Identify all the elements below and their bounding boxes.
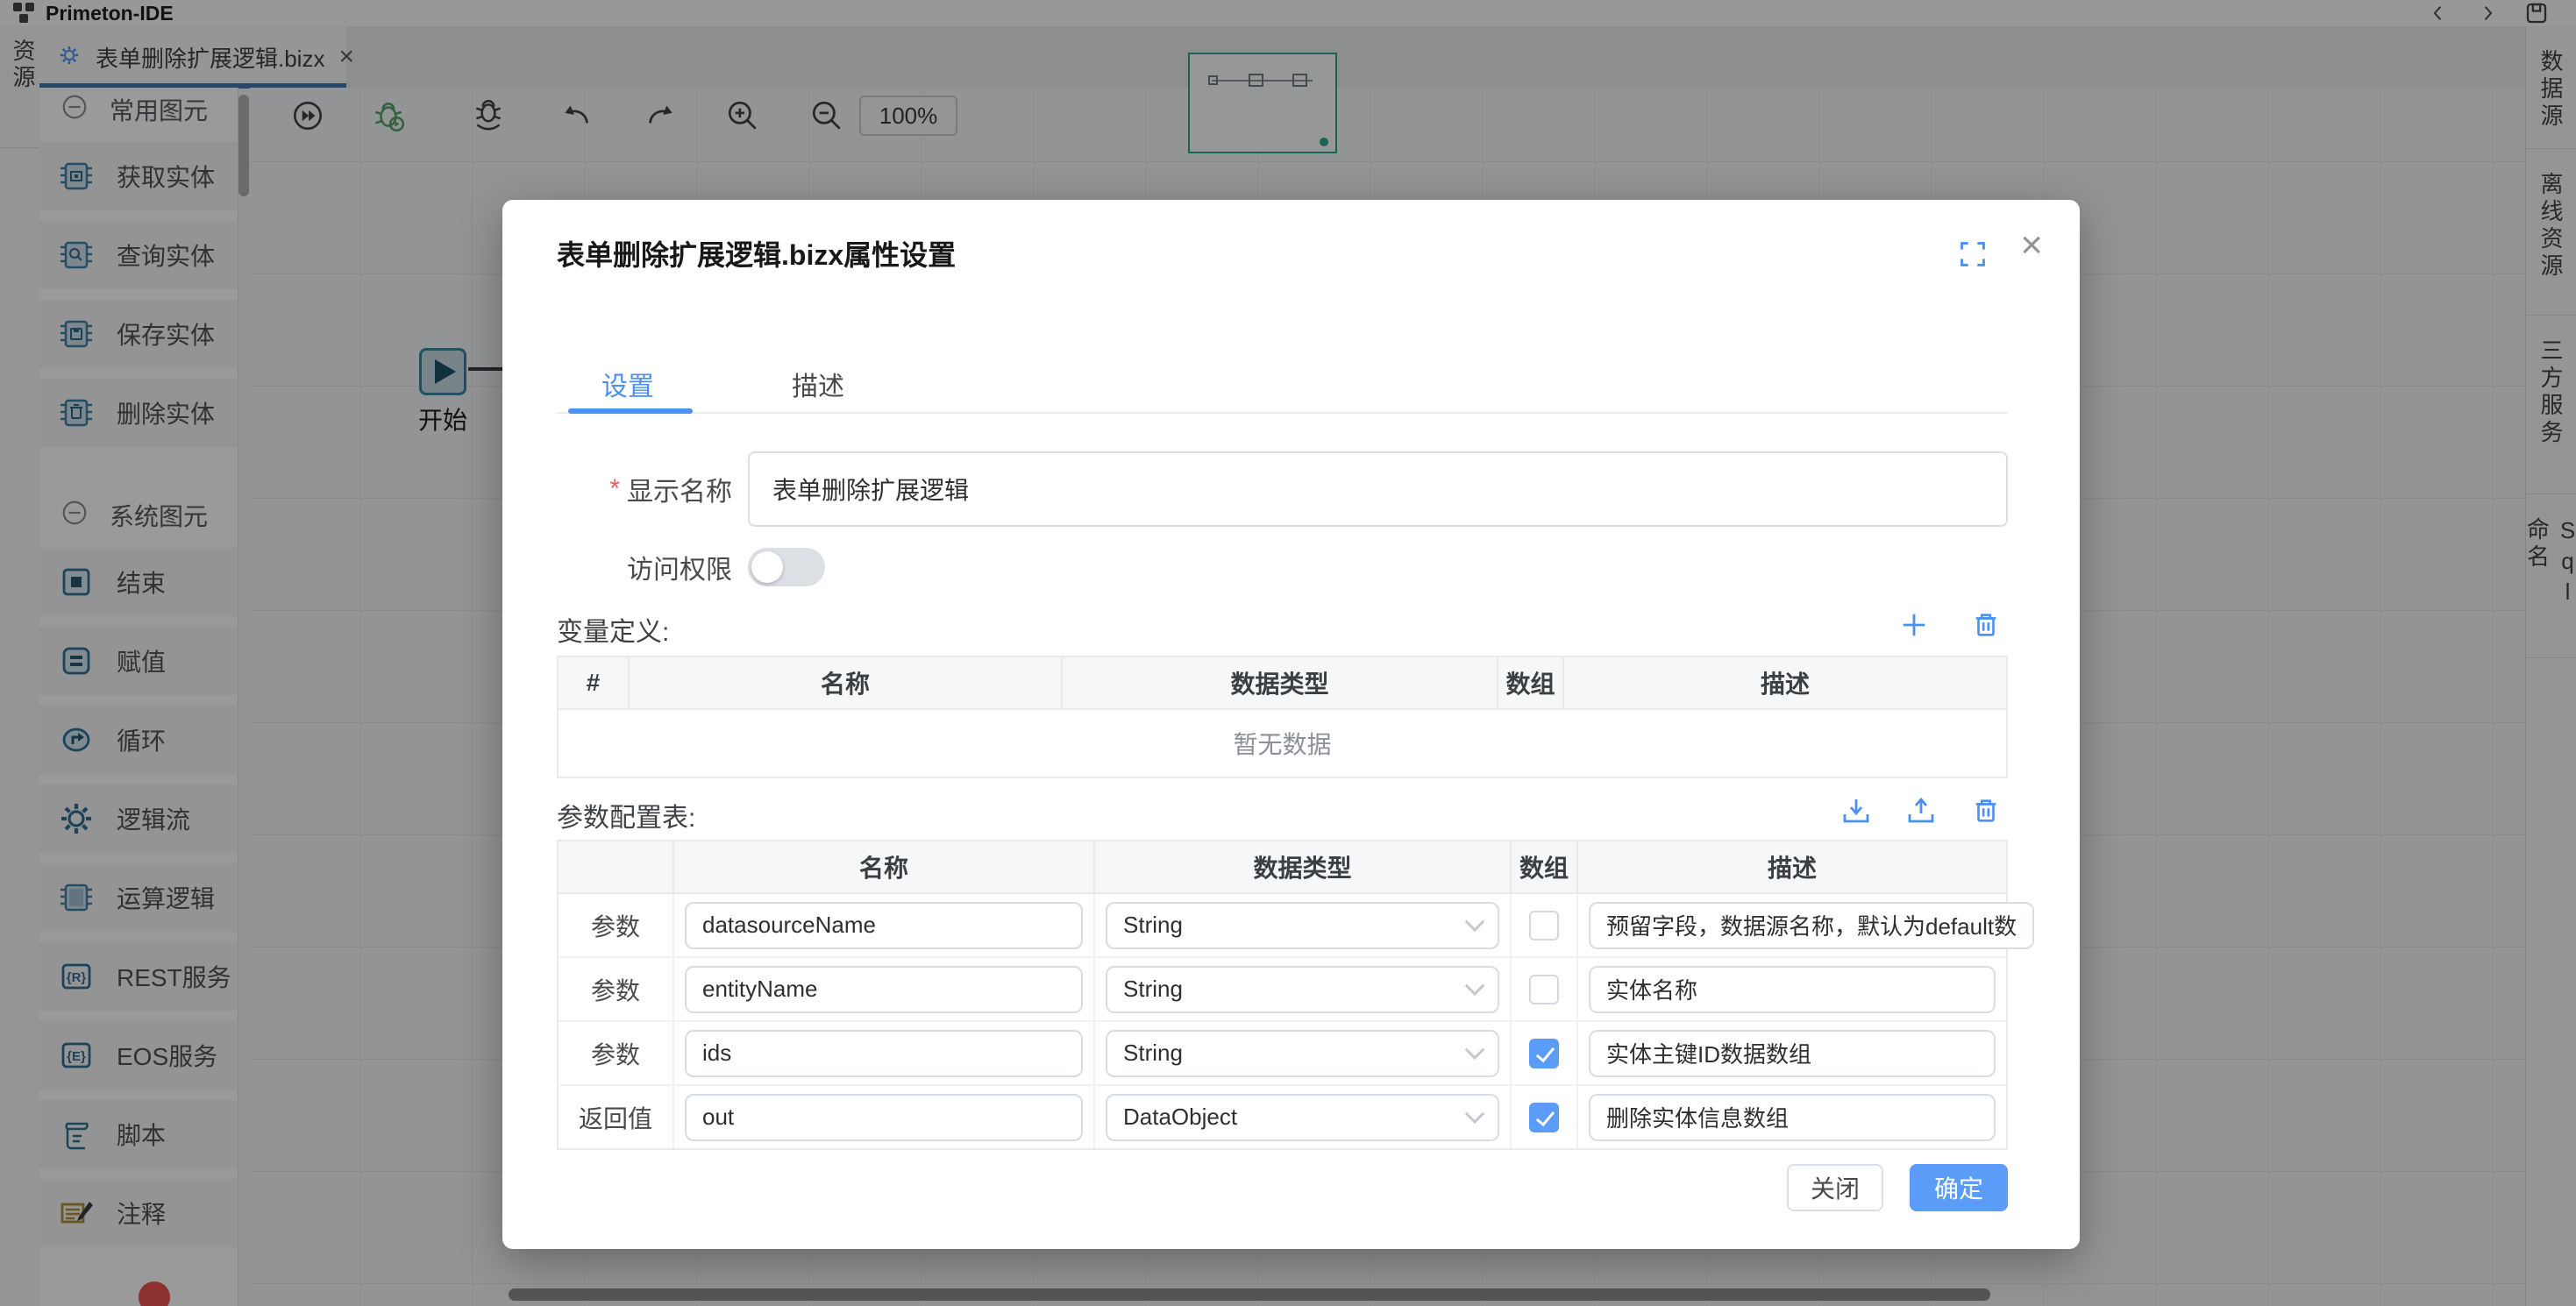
param-name-input[interactable]: out (685, 1094, 1083, 1141)
param-name-input[interactable]: entityName (685, 966, 1083, 1013)
column-header: 数组 (1498, 657, 1564, 710)
param-type-select[interactable]: DataObject (1106, 1094, 1499, 1141)
param-name-input[interactable]: ids (685, 1030, 1083, 1077)
variables-table: #名称数据类型数组描述 暂无数据 (557, 656, 2008, 778)
param-desc-input[interactable]: 预留字段，数据源名称，默认为default数 (1589, 902, 2034, 949)
param-desc-input[interactable]: 实体名称 (1589, 966, 1996, 1013)
param-kind: 参数 (559, 958, 674, 1020)
display-name-label: * 显示名称 (557, 451, 732, 527)
close-button[interactable]: 关闭 (1787, 1164, 1883, 1211)
column-header: 描述 (1564, 657, 2006, 710)
param-kind: 参数 (559, 894, 674, 956)
active-tab-ink (568, 408, 693, 414)
column-header: # (559, 657, 630, 710)
column-header: 数据类型 (1063, 657, 1498, 710)
import-params-icon[interactable] (1839, 794, 1873, 827)
chevron-down-icon (1465, 912, 1485, 932)
export-params-icon[interactable] (1904, 794, 1938, 827)
param-type-select[interactable]: String (1106, 1030, 1499, 1077)
column-header: 数据类型 (1095, 841, 1512, 894)
param-row: 参数datasourceNameString预留字段，数据源名称，默认为defa… (559, 894, 2006, 958)
column-header (559, 841, 674, 894)
close-icon[interactable]: × (2020, 226, 2043, 265)
column-header: 名称 (674, 841, 1095, 894)
access-toggle[interactable] (748, 548, 825, 586)
array-checkbox[interactable] (1529, 1039, 1559, 1068)
tab-track (557, 412, 2008, 414)
toggle-knob (751, 551, 783, 583)
chevron-down-icon (1465, 976, 1485, 996)
ok-button[interactable]: 确定 (1910, 1164, 2008, 1211)
param-row: 参数ids String 实体主键ID数据数组 (559, 1022, 2006, 1086)
dialog-title: 表单删除扩展逻辑.bizx属性设置 (557, 233, 956, 273)
delete-param-icon[interactable] (1969, 794, 2003, 827)
variables-section-label: 变量定义: (557, 610, 669, 649)
array-checkbox[interactable] (1529, 975, 1559, 1004)
param-type-select[interactable]: String (1106, 902, 1499, 949)
param-desc-input[interactable]: 实体主键ID数据数组 (1589, 1030, 1996, 1077)
column-header: 名称 (630, 657, 1063, 710)
param-type-select[interactable]: String (1106, 966, 1499, 1013)
chevron-down-icon (1465, 1040, 1485, 1060)
delete-variable-icon[interactable] (1969, 608, 2003, 642)
param-kind: 参数 (559, 1022, 674, 1084)
ide-screen: Primeton-IDE 资源 表单删除扩展逻辑.bizx × 常用图元获取实体… (0, 0, 2576, 1306)
param-kind: 返回值 (559, 1086, 674, 1148)
params-table: 名称数据类型数组描述 参数datasourceNameString预留字段，数据… (557, 840, 2008, 1150)
access-label: 访问权限 (557, 548, 732, 586)
display-name-input[interactable]: 表单删除扩展逻辑 (748, 451, 2008, 527)
tab-description[interactable]: 描述 (792, 361, 844, 407)
param-row: 返回值out DataObject 删除实体信息数组 (559, 1086, 2006, 1148)
param-name-input[interactable]: datasourceName (685, 902, 1083, 949)
properties-dialog: 表单删除扩展逻辑.bizx属性设置 × 设置 描述 * 显示名称 表单删除扩展逻… (502, 200, 2080, 1249)
array-checkbox[interactable] (1529, 1103, 1559, 1132)
empty-state: 暂无数据 (559, 710, 2006, 777)
column-header: 描述 (1578, 841, 2006, 894)
column-header: 数组 (1512, 841, 1578, 894)
array-checkbox[interactable] (1529, 911, 1559, 940)
tab-settings[interactable]: 设置 (601, 361, 654, 407)
required-asterisk: * (609, 474, 620, 504)
fullscreen-icon[interactable] (1959, 240, 1987, 268)
add-variable-icon[interactable] (1897, 608, 1931, 642)
chevron-down-icon (1465, 1104, 1485, 1124)
params-section-label: 参数配置表: (557, 796, 695, 834)
param-desc-input[interactable]: 删除实体信息数组 (1589, 1094, 1996, 1141)
param-row: 参数entityName String 实体名称 (559, 958, 2006, 1022)
